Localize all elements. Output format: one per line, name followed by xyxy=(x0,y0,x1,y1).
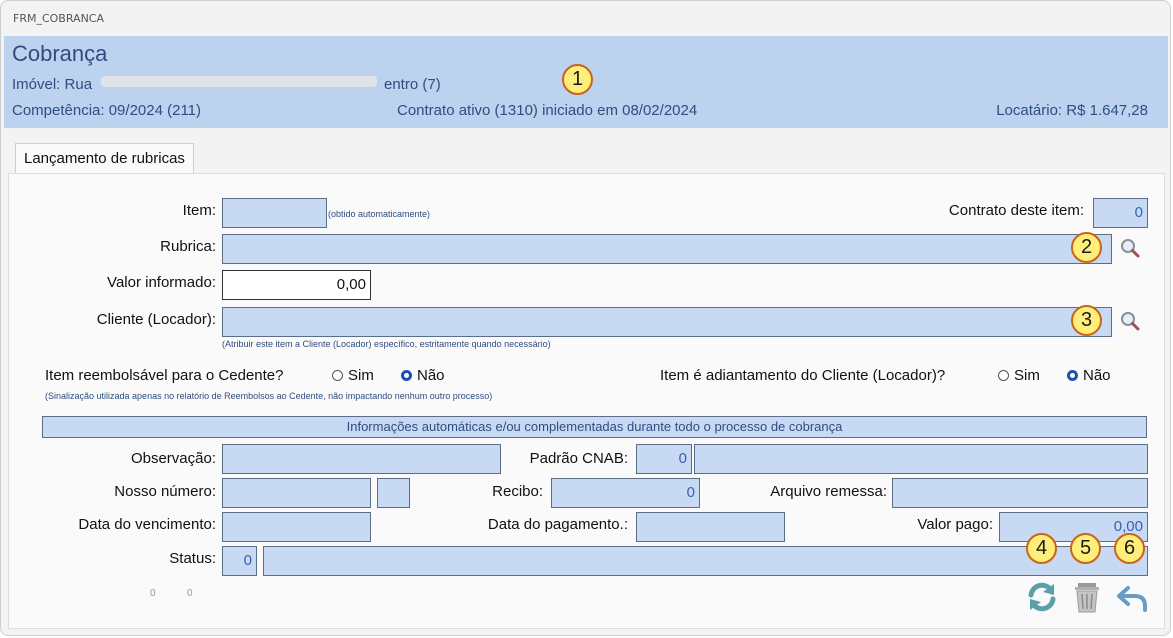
adiantamento-nao-label: Não xyxy=(1083,367,1111,384)
valor-field[interactable]: 0,00 xyxy=(222,270,371,300)
recibo-label: Recibo: xyxy=(492,483,543,500)
item-note: (obtido automaticamente) xyxy=(328,209,431,219)
padrao-cnab-field[interactable]: 0 xyxy=(636,444,692,474)
observacao-label: Observação: xyxy=(130,450,216,467)
status-desc-field[interactable] xyxy=(263,546,1148,576)
reembolsavel-nao-label: Não xyxy=(417,367,445,384)
callout-badge-6: 6 xyxy=(1114,533,1145,564)
cliente-field[interactable] xyxy=(222,307,1112,337)
radio-unselected-icon xyxy=(998,370,1009,381)
data-vencimento-field[interactable] xyxy=(222,512,371,542)
rubrica-field[interactable] xyxy=(222,234,1112,264)
refresh-icon[interactable] xyxy=(1025,580,1059,614)
valor-pago-label: Valor pago: xyxy=(917,516,993,533)
adiantamento-sim-radio[interactable]: Sim xyxy=(998,367,1040,384)
auto-section-title: Informações automáticas e/ou complementa… xyxy=(42,416,1147,438)
search-icon[interactable] xyxy=(1119,237,1141,259)
item-field[interactable] xyxy=(222,198,327,228)
adiantamento-sim-label: Sim xyxy=(1014,367,1040,384)
arquivo-remessa-label: Arquivo remessa: xyxy=(770,483,887,500)
imovel-prefix: Imóvel: Rua xyxy=(12,76,93,93)
locatario-text: Locatário: R$ 1.647,28 xyxy=(996,102,1148,119)
contrato-text: Contrato ativo (1310) iniciado em 08/02/… xyxy=(397,102,698,119)
cliente-label: Cliente (Locador): xyxy=(96,311,216,328)
arquivo-remessa-field[interactable] xyxy=(892,478,1148,508)
status-label: Status: xyxy=(169,550,216,567)
adiantamento-nao-radio[interactable]: Não xyxy=(1067,367,1111,384)
rubrica-label: Rubrica: xyxy=(160,238,216,255)
page-title: Cobrança xyxy=(12,41,108,66)
valor-label: Valor informado: xyxy=(107,274,216,291)
imovel-suffix: entro (7) xyxy=(384,76,441,93)
status-code-field[interactable]: 0 xyxy=(222,546,257,576)
footer-counter-b: 0 xyxy=(187,588,193,599)
nosso-numero-label: Nosso número: xyxy=(114,483,216,500)
cliente-note: (Atribuir este item a Cliente (Locador) … xyxy=(222,339,551,349)
contrato-item-field[interactable]: 0 xyxy=(1093,198,1148,228)
callout-badge-3: 3 xyxy=(1071,305,1102,336)
reembolsavel-note: (Sinalização utilizada apenas no relatór… xyxy=(45,391,493,401)
radio-selected-icon xyxy=(401,370,412,381)
padrao-cnab-desc-field[interactable] xyxy=(694,444,1148,474)
adiantamento-label: Item é adiantamento do Cliente (Locador)… xyxy=(660,367,946,384)
callout-badge-2: 2 xyxy=(1071,232,1102,263)
redaction-mask xyxy=(101,76,377,87)
radio-selected-icon xyxy=(1067,370,1078,381)
data-pagamento-field[interactable] xyxy=(636,512,785,542)
callout-badge-4: 4 xyxy=(1026,533,1057,564)
tab-lancamento-rubricas[interactable]: Lançamento de rubricas xyxy=(15,143,194,174)
back-arrow-icon[interactable] xyxy=(1115,580,1149,614)
competencia-text: Competência: 09/2024 (211) xyxy=(12,102,202,119)
data-vencimento-label: Data do vencimento: xyxy=(78,516,216,533)
reembolsavel-nao-radio[interactable]: Não xyxy=(401,367,445,384)
nosso-numero-field[interactable] xyxy=(222,478,371,508)
reembolsavel-sim-label: Sim xyxy=(348,367,374,384)
callout-badge-5: 5 xyxy=(1070,533,1101,564)
reembolsavel-sim-radio[interactable]: Sim xyxy=(332,367,374,384)
callout-badge-1: 1 xyxy=(562,64,593,95)
reembolsavel-label: Item reembolsável para o Cedente? xyxy=(45,367,284,384)
nosso-numero-digit-field[interactable] xyxy=(377,478,410,508)
window-title: FRM_COBRANCA xyxy=(13,12,105,25)
search-icon[interactable] xyxy=(1119,310,1141,332)
padrao-cnab-label: Padrão CNAB: xyxy=(529,450,628,467)
radio-unselected-icon xyxy=(332,370,343,381)
recibo-field[interactable]: 0 xyxy=(551,478,700,508)
data-pagamento-label: Data do pagamento.: xyxy=(487,516,628,533)
item-label: Item: xyxy=(182,202,216,219)
trash-icon[interactable] xyxy=(1070,580,1104,614)
footer-counter-a: 0 xyxy=(150,588,156,599)
contrato-item-label: Contrato deste item: xyxy=(948,202,1084,219)
observacao-field[interactable] xyxy=(222,444,501,474)
